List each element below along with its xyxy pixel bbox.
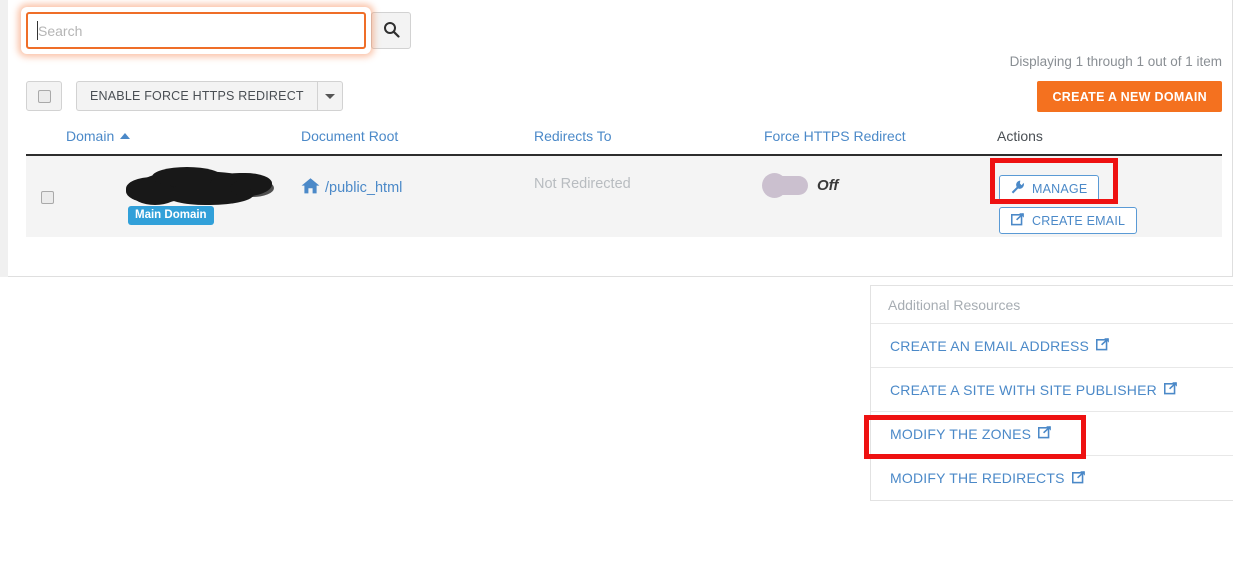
redirects-to-value: Not Redirected (534, 176, 631, 192)
external-link-icon (1010, 212, 1025, 229)
header-actions: Actions (997, 128, 1043, 144)
table-row: Main Domain /public_html Not Redirected (26, 156, 1222, 237)
cell-force-https-redirect: Off (762, 173, 997, 198)
header-domain-label: Domain (66, 128, 115, 144)
resource-link-modify-the-redirects[interactable]: MODIFY THE REDIRECTS (871, 456, 1233, 500)
bulk-action-dropdown-toggle[interactable] (316, 81, 343, 111)
force-https-toggle-wrap: Off (762, 173, 997, 198)
force-https-state-label: Off (817, 177, 839, 194)
table-header-row: Domain Document Root Redirects To Force … (26, 126, 1222, 156)
external-link-icon (1071, 470, 1086, 487)
search-field-wrapper (26, 12, 366, 49)
force-https-toggle[interactable] (762, 173, 808, 198)
document-root-link[interactable]: /public_html (301, 175, 534, 199)
resource-link-label: MODIFY THE ZONES (890, 425, 1032, 442)
wrench-icon (1011, 180, 1025, 197)
header-redirects-to[interactable]: Redirects To (534, 126, 764, 144)
cell-document-root: /public_html (301, 175, 534, 199)
resource-link-label: CREATE AN EMAIL ADDRESS (890, 337, 1090, 354)
cell-redirects-to: Not Redirected (534, 175, 764, 192)
domains-card: Displaying 1 through 1 out of 1 item ENA… (8, 0, 1233, 277)
domains-table: Domain Document Root Redirects To Force … (26, 126, 1222, 237)
results-summary: Displaying 1 through 1 out of 1 item (1009, 54, 1222, 69)
resource-link-label: CREATE A SITE WITH SITE PUBLISHER (890, 381, 1157, 398)
create-email-button[interactable]: CREATE EMAIL (999, 207, 1138, 234)
home-icon (301, 177, 320, 199)
checkbox-box (41, 191, 54, 204)
header-checkbox-col (26, 126, 66, 128)
create-a-new-domain-button[interactable]: CREATE A NEW DOMAIN (1037, 81, 1222, 112)
page-root: Displaying 1 through 1 out of 1 item ENA… (0, 0, 1233, 576)
external-link-icon (1163, 381, 1178, 398)
bulk-action-bar: ENABLE FORCE HTTPS REDIRECT (26, 81, 343, 111)
resource-link-create-a-site-with-site-publisher[interactable]: CREATE A SITE WITH SITE PUBLISHER (871, 368, 1233, 412)
checkbox-box (37, 89, 51, 103)
caret-up-icon (120, 133, 131, 139)
row-action-buttons: MANAGE CREATE EMAIL (997, 175, 1222, 234)
search-button[interactable] (371, 12, 411, 49)
additional-resources-title: Additional Resources (871, 286, 1233, 324)
bulk-action-button[interactable]: ENABLE FORCE HTTPS REDIRECT (76, 81, 317, 111)
search-row (26, 12, 411, 49)
text-cursor (37, 21, 38, 40)
header-document-root[interactable]: Document Root (301, 126, 534, 144)
left-gutter (0, 0, 8, 277)
external-link-icon (1038, 425, 1052, 442)
resource-link-label: MODIFY THE REDIRECTS (890, 470, 1065, 486)
search-icon (383, 21, 400, 41)
manage-button-label: MANAGE (1032, 181, 1088, 196)
external-link-icon (1096, 337, 1110, 354)
chevron-down-icon (324, 93, 335, 99)
main-domain-badge: Main Domain (128, 206, 214, 225)
select-all-checkbox[interactable] (26, 81, 62, 111)
row-select-checkbox[interactable] (26, 175, 66, 204)
search-input[interactable] (26, 12, 366, 49)
header-force-https-redirect[interactable]: Force HTTPS Redirect (764, 126, 997, 144)
resource-link-modify-the-zones[interactable]: MODIFY THE ZONES (871, 412, 1233, 456)
create-email-button-label: CREATE EMAIL (1032, 213, 1126, 228)
toggle-knob (762, 173, 787, 198)
header-domain[interactable]: Domain (66, 126, 301, 144)
document-root-path: /public_html (325, 180, 403, 196)
manage-button[interactable]: MANAGE (999, 175, 1100, 202)
additional-resources-panel: Additional Resources CREATE AN EMAIL ADD… (870, 285, 1233, 501)
resource-link-create-an-email-address[interactable]: CREATE AN EMAIL ADDRESS (871, 324, 1233, 368)
cell-actions: MANAGE CREATE EMAIL (997, 175, 1222, 234)
